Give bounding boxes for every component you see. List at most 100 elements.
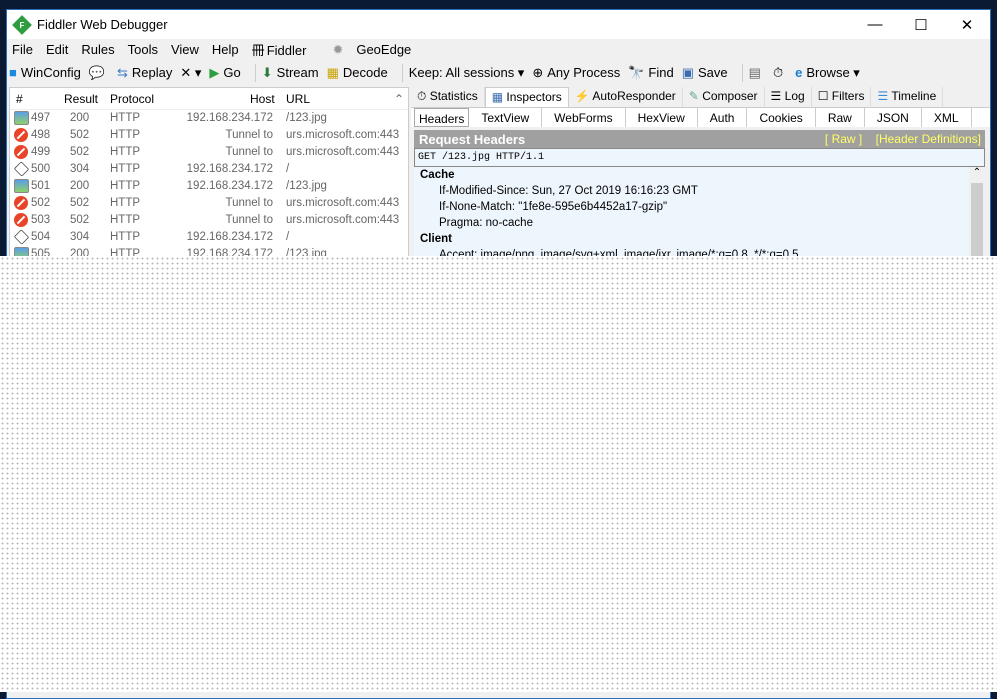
- subtab-json[interactable]: JSON: [865, 108, 922, 127]
- scroll-up-icon[interactable]: ⌃: [969, 167, 985, 178]
- go-button[interactable]: ▶ Go: [209, 65, 240, 81]
- menu-file[interactable]: File: [12, 42, 33, 57]
- menu-help[interactable]: Help: [212, 42, 239, 57]
- error-icon: [14, 196, 28, 210]
- col-host[interactable]: Host: [250, 92, 275, 106]
- session-url: /123.jpg: [286, 180, 327, 192]
- col-id[interactable]: #: [16, 92, 23, 106]
- col-protocol[interactable]: Protocol: [110, 92, 154, 106]
- session-url: urs.microsoft.com:443: [286, 197, 400, 209]
- comment-button[interactable]: 💬: [89, 65, 109, 81]
- menu-view[interactable]: View: [171, 42, 199, 57]
- session-result: 200: [70, 112, 90, 124]
- session-protocol: HTTP: [110, 112, 141, 124]
- fiddler-logo-icon: F: [12, 14, 32, 35]
- header-item[interactable]: If-Modified-Since: Sun, 27 Oct 2019 16:1…: [420, 185, 979, 201]
- separator: [741, 63, 743, 82]
- header-item[interactable]: If-None-Match: "1fe8e-595e6b4452a17-gzip…: [420, 201, 979, 217]
- raw-link[interactable]: [ Raw ]: [825, 132, 862, 146]
- request-line: GET /123.jpg HTTP/1.1: [414, 148, 985, 167]
- tab-autoresponder[interactable]: ⚡ AutoResponder: [569, 87, 683, 107]
- session-id: 502: [31, 197, 51, 209]
- play-icon: ▶: [209, 64, 220, 80]
- sessions-list[interactable]: # Result Protocol Host URL ⌃ 497 200 HTT…: [9, 87, 409, 261]
- screenshot-button[interactable]: ▤: [749, 65, 765, 81]
- window-title: Fiddler Web Debugger: [37, 17, 168, 32]
- subtab-hexview[interactable]: HexView: [626, 108, 698, 127]
- find-button[interactable]: 🔭 Find: [628, 65, 673, 81]
- tab-filters[interactable]: ☐ Filters: [812, 87, 872, 107]
- tab-statistics[interactable]: ⏱ Statistics: [411, 87, 485, 107]
- session-row[interactable]: 499 502 HTTP Tunnel to urs.microsoft.com…: [10, 144, 408, 161]
- tab-composer[interactable]: ✎ Composer: [683, 87, 765, 107]
- subtab-cookies[interactable]: Cookies: [747, 108, 816, 127]
- close-button[interactable]: ✕: [944, 16, 990, 34]
- session-host: 192.168.234.172: [186, 231, 273, 243]
- session-row[interactable]: 498 502 HTTP Tunnel to urs.microsoft.com…: [10, 127, 408, 144]
- maximize-button[interactable]: ☐: [898, 16, 944, 34]
- session-host: 192.168.234.172: [186, 180, 273, 192]
- session-url: urs.microsoft.com:443: [286, 214, 400, 226]
- keep-sessions-dropdown[interactable]: Keep: All sessions ▾: [409, 65, 525, 81]
- tab-timeline[interactable]: ☰ Timeline: [871, 87, 944, 107]
- header-definitions-link[interactable]: [Header Definitions]: [876, 132, 981, 146]
- session-row[interactable]: 504 304 HTTP 192.168.234.172 /: [10, 229, 408, 246]
- decode-button[interactable]: ▦ Decode: [327, 65, 388, 81]
- binoculars-icon: 🔭: [628, 64, 645, 80]
- session-url: /: [286, 163, 290, 175]
- session-protocol: HTTP: [110, 197, 141, 209]
- col-result[interactable]: Result: [64, 92, 98, 106]
- session-host: 192.168.234.172: [186, 163, 273, 175]
- save-button[interactable]: ▣ Save: [682, 65, 728, 81]
- replay-button[interactable]: ⇆ Replay: [117, 65, 172, 81]
- image-icon: [14, 179, 29, 193]
- session-row[interactable]: 503 502 HTTP Tunnel to urs.microsoft.com…: [10, 212, 408, 229]
- separator: [401, 63, 403, 82]
- stopwatch-icon: ⏱: [772, 64, 784, 80]
- subtab-headers[interactable]: Headers: [414, 108, 470, 127]
- session-row[interactable]: 500 304 HTTP 192.168.234.172 /: [10, 161, 408, 178]
- group-client[interactable]: Client: [420, 233, 979, 249]
- scrollbar-thumb[interactable]: [971, 183, 983, 263]
- tab-inspectors[interactable]: ▦ Inspectors: [484, 87, 569, 107]
- group-cache[interactable]: Cache: [420, 169, 979, 185]
- headers-scrollbar[interactable]: ⌃: [969, 167, 985, 267]
- session-row[interactable]: 497 200 HTTP 192.168.234.172 /123.jpg: [10, 110, 408, 127]
- minimize-button[interactable]: —: [852, 16, 898, 34]
- scroll-up-icon[interactable]: ⌃: [394, 92, 404, 106]
- session-result: 502: [70, 214, 90, 226]
- subtab-webforms[interactable]: WebForms: [542, 108, 626, 127]
- not-modified-icon: [13, 161, 30, 177]
- menu-bar: File Edit Rules Tools View Help 冊 Fiddler…: [7, 39, 990, 60]
- session-id: 504: [31, 231, 51, 243]
- session-host: 192.168.234.172: [186, 112, 273, 124]
- menu-geoedge[interactable]: ✹ GeoEdge: [332, 42, 424, 58]
- winconfig-button[interactable]: ■ WinConfig: [9, 65, 81, 80]
- session-id: 503: [31, 214, 51, 226]
- session-host: Tunnel to: [225, 214, 273, 226]
- menu-tools[interactable]: Tools: [128, 42, 158, 57]
- tab-log[interactable]: ☰ Log: [765, 87, 812, 107]
- headers-tree: Cache If-Modified-Since: Sun, 27 Oct 201…: [414, 167, 985, 267]
- browse-button[interactable]: e Browse ▾: [795, 65, 860, 81]
- session-protocol: HTTP: [110, 129, 141, 141]
- stream-button[interactable]: ⬇ Stream: [262, 65, 319, 81]
- subtab-textview[interactable]: TextView: [469, 108, 543, 127]
- col-url[interactable]: URL: [286, 92, 310, 106]
- request-headers-title: Request Headers: [419, 131, 526, 147]
- subtab-auth[interactable]: Auth: [698, 108, 748, 127]
- toolbar: ■ WinConfig 💬 ⇆ Replay ✕ ▾ ▶ Go ⬇ Stream ▦ De…: [7, 60, 990, 85]
- menu-edit[interactable]: Edit: [46, 42, 68, 57]
- transparent-overlay: [0, 256, 997, 692]
- menu-fiddler[interactable]: 冊 Fiddler: [252, 40, 320, 59]
- subtab-xml[interactable]: XML: [922, 108, 972, 127]
- subtab-raw[interactable]: Raw: [816, 108, 865, 127]
- any-process-button[interactable]: ⊕ Any Process: [532, 65, 620, 81]
- session-row[interactable]: 501 200 HTTP 192.168.234.172 /123.jpg: [10, 178, 408, 195]
- remove-button[interactable]: ✕ ▾: [180, 65, 201, 81]
- session-url: urs.microsoft.com:443: [286, 146, 400, 158]
- session-row[interactable]: 502 502 HTTP Tunnel to urs.microsoft.com…: [10, 195, 408, 212]
- header-item[interactable]: Pragma: no-cache: [420, 217, 979, 233]
- timer-button[interactable]: ⏱: [773, 65, 787, 81]
- menu-rules[interactable]: Rules: [81, 42, 114, 57]
